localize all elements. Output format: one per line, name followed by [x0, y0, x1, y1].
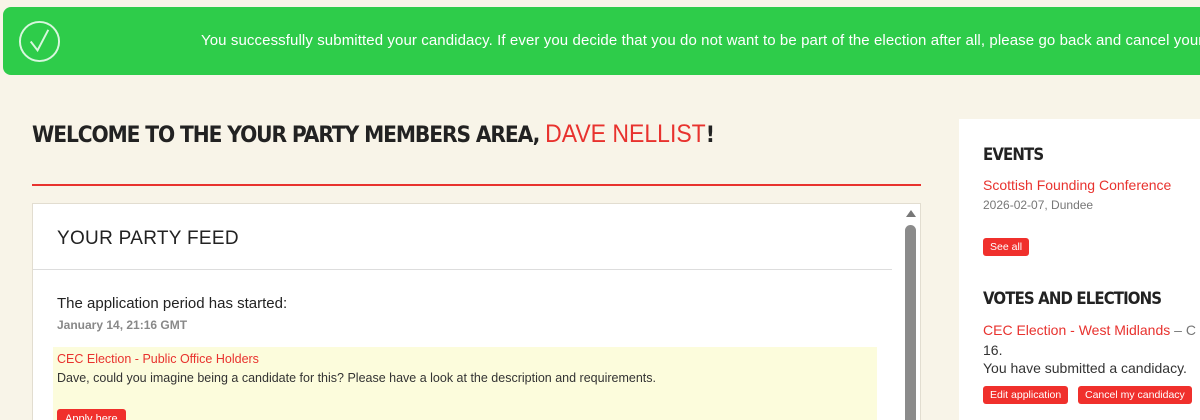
checkmark-circle-icon	[18, 20, 61, 63]
scroll-up-arrow-icon[interactable]	[906, 210, 916, 217]
feed-divider	[33, 269, 892, 270]
election-item: CEC Election - West Midlands – C	[983, 322, 1196, 338]
post-date: January 14, 21:16 GMT	[57, 318, 188, 332]
apply-button[interactable]: Apply here	[57, 409, 126, 420]
event-meta: 2026-02-07, Dundee	[983, 198, 1094, 212]
election-item-link[interactable]: CEC Election - West Midlands	[983, 322, 1170, 338]
page-title: WELCOME TO THE YOUR PARTY MEMBERS AREA, …	[32, 120, 715, 149]
success-banner: You successfully submitted your candidac…	[3, 7, 1200, 75]
event-link[interactable]: Scottish Founding Conference	[983, 177, 1171, 193]
election-item-continued: 16.	[983, 342, 1003, 358]
heading-divider	[32, 184, 921, 186]
feed-scrollbar[interactable]	[900, 204, 921, 420]
post-title: The application period has started:	[57, 295, 288, 312]
party-feed-panel: YOUR PARTY FEED The application period h…	[32, 203, 921, 420]
welcome-prefix: WELCOME TO THE YOUR PARTY MEMBERS AREA,	[32, 123, 546, 148]
notice-text: Dave, could you imagine being a candidat…	[57, 371, 656, 385]
election-link[interactable]: CEC Election - Public Office Holders	[57, 352, 259, 366]
votes-heading: VOTES AND ELECTIONS	[983, 289, 1162, 309]
banner-message: You successfully submitted your candidac…	[201, 32, 1200, 49]
member-name: DAVE NELLIST	[545, 120, 706, 148]
candidacy-status: You have submitted a candidacy.	[983, 360, 1187, 376]
edit-application-button[interactable]: Edit application	[983, 386, 1069, 404]
cancel-candidacy-button[interactable]: Cancel my candidacy	[1078, 386, 1192, 404]
see-all-events-button[interactable]: See all	[983, 238, 1030, 256]
post-notice: CEC Election - Public Office Holders Dav…	[53, 347, 877, 420]
election-item-separator: – C	[1170, 322, 1196, 338]
events-heading: EVENTS	[983, 145, 1044, 165]
welcome-suffix: !	[705, 123, 715, 148]
sidebar: EVENTS Scottish Founding Conference 2026…	[959, 119, 1200, 420]
scroll-thumb[interactable]	[905, 225, 916, 420]
feed-title: YOUR PARTY FEED	[57, 228, 239, 249]
